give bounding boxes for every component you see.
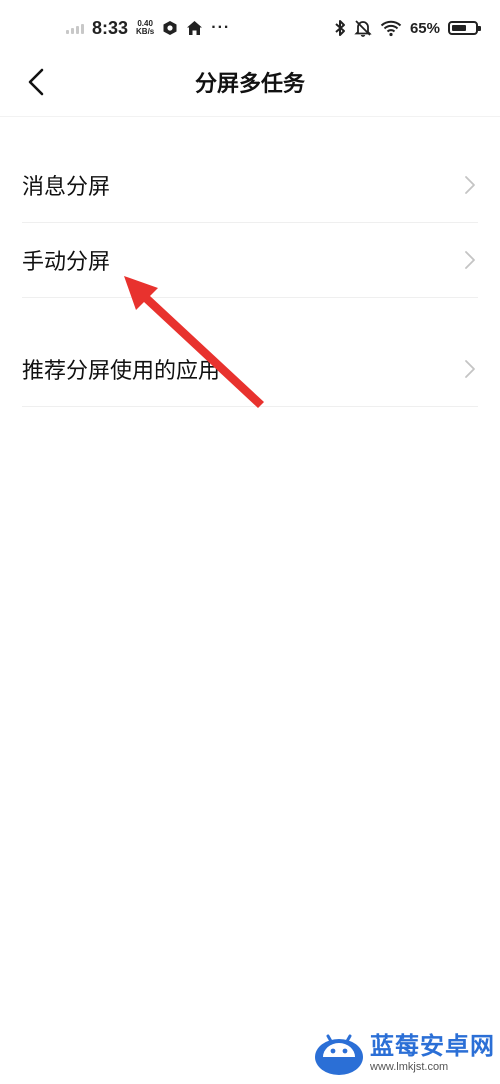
status-bar-right: 65% [334, 19, 481, 37]
signal-icon [66, 22, 84, 34]
net-speed: 0.40 KB/s [136, 20, 154, 36]
more-notifications: ··· [211, 19, 231, 36]
net-speed-unit: KB/s [136, 27, 155, 36]
watermark-brand: 蓝莓安卓网 [370, 1032, 495, 1060]
status-bar: 8:33 0.40 KB/s ··· 65% [0, 0, 500, 56]
watermark: 蓝莓安卓网 www.lmkjst.com [314, 1030, 495, 1076]
home-icon [187, 21, 203, 35]
watermark-url: www.lmkjst.com [370, 1061, 449, 1073]
android-robot-logo-icon [315, 1034, 363, 1075]
header-divider [0, 116, 500, 117]
header-bar: 分屏多任务 [0, 56, 500, 108]
chevron-right-icon [465, 251, 475, 269]
chevron-right-icon [465, 360, 475, 378]
list-item-label: 手动分屏 [22, 250, 111, 275]
page-title: 分屏多任务 [194, 72, 305, 97]
wifi-icon [380, 20, 402, 37]
mute-bell-icon [354, 20, 372, 37]
message-split-screen-item[interactable]: 消息分屏 [22, 148, 478, 223]
chevron-right-icon [465, 176, 475, 194]
watermark-text: 蓝莓安卓网 www.lmkjst.com [370, 1032, 495, 1074]
battery-percent: 65% [409, 19, 440, 37]
list-item-label: 推荐分屏使用的应用 [22, 359, 221, 384]
recommended-split-apps-item[interactable]: 推荐分屏使用的应用 [22, 332, 478, 407]
bluetooth-icon [335, 20, 345, 36]
settings-list: 消息分屏 手动分屏 推荐分屏使用的应用 [0, 148, 500, 407]
status-bar-left: 8:33 0.40 KB/s ··· [66, 18, 230, 39]
battery-icon [448, 21, 481, 35]
list-item-label: 消息分屏 [22, 175, 111, 200]
status-time: 8:33 [92, 17, 129, 38]
manual-split-screen-item[interactable]: 手动分屏 [22, 223, 478, 298]
hexagon-app-icon [163, 21, 177, 35]
battery-level-fill [452, 25, 467, 31]
